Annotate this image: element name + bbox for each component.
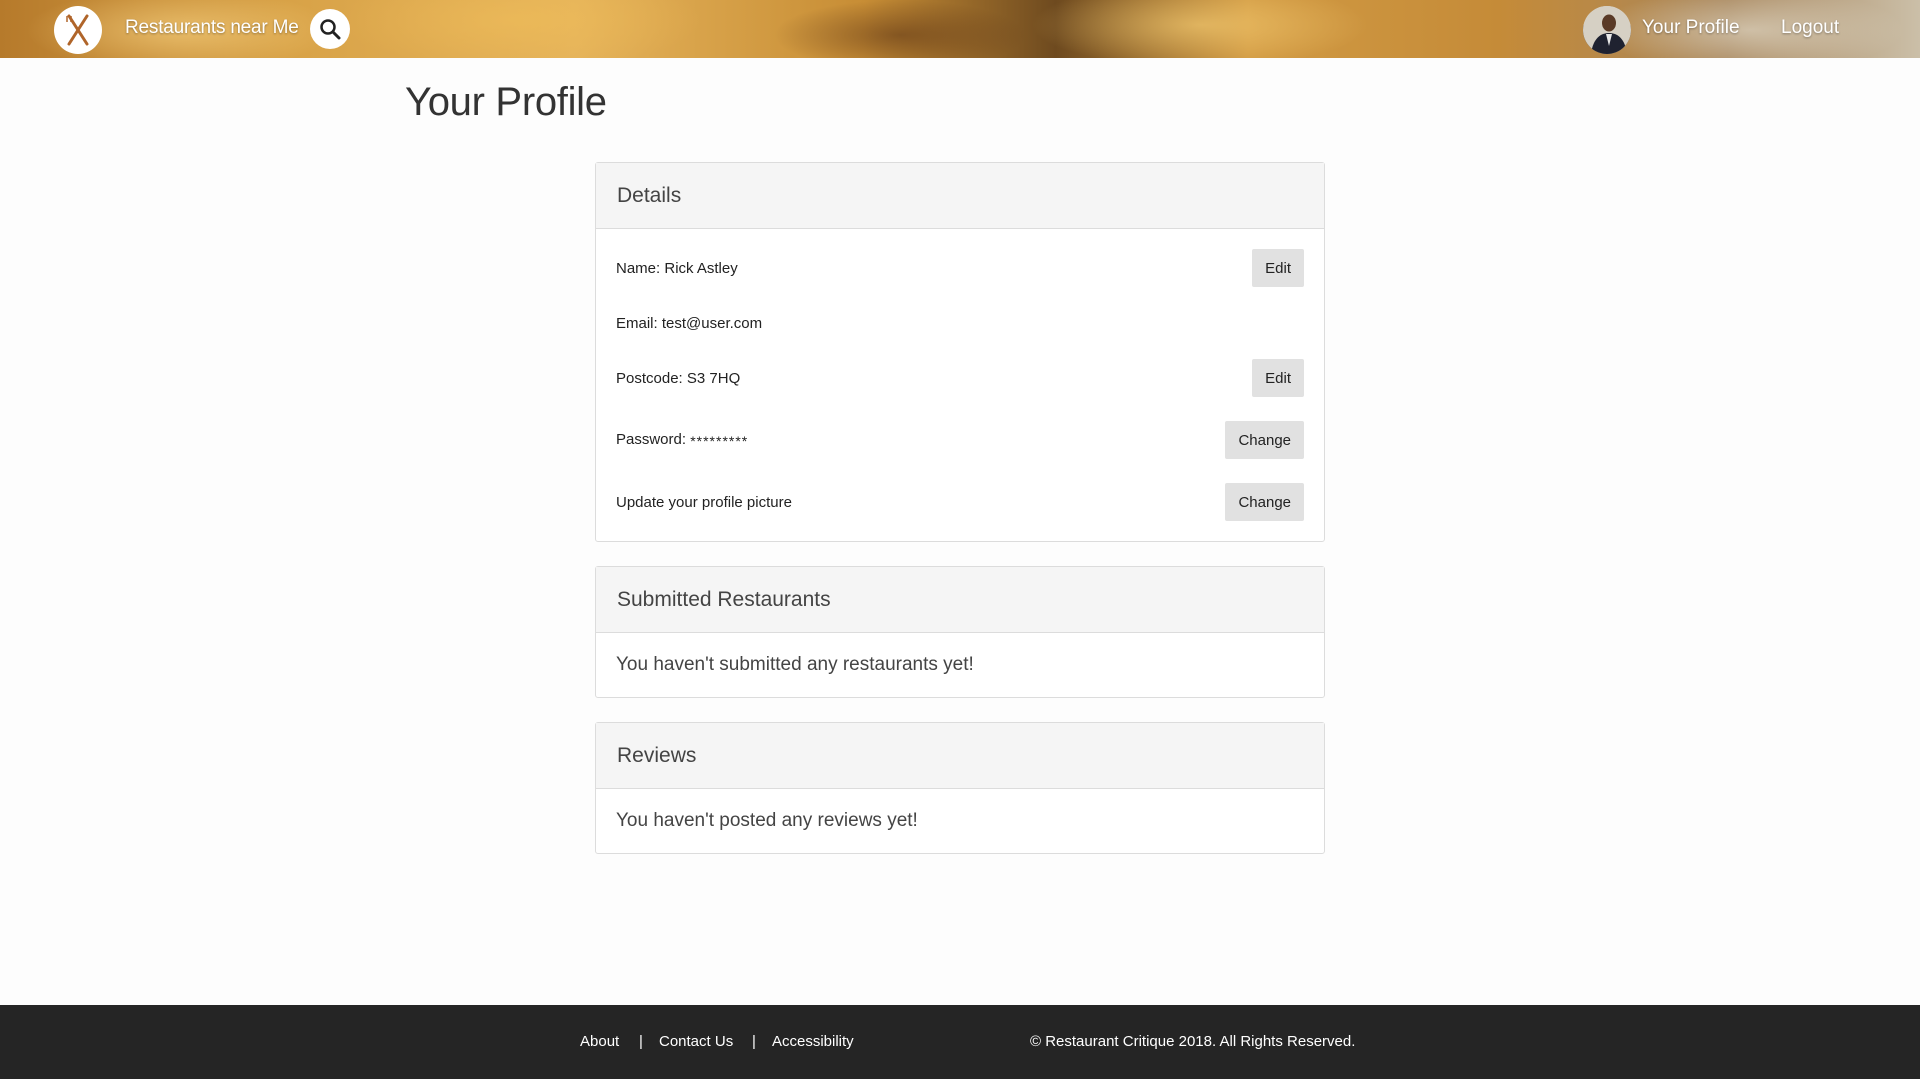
avatar[interactable] xyxy=(1583,6,1631,54)
name-label: Name: xyxy=(616,259,661,277)
postcode-label: Postcode: xyxy=(616,369,683,387)
nav-logout-link[interactable]: Logout xyxy=(1781,17,1839,39)
submitted-restaurants-empty-message: You haven't submitted any restaurants ye… xyxy=(616,654,974,675)
home-logo-link[interactable] xyxy=(54,6,102,54)
email-label: Email: xyxy=(616,314,658,332)
reviews-panel: Reviews You haven't posted any reviews y… xyxy=(595,722,1325,854)
footer-about-link[interactable]: About xyxy=(580,1033,619,1050)
password-row: Password: ********* Change xyxy=(616,421,1304,459)
nav-your-profile-link[interactable]: Your Profile xyxy=(1642,17,1740,39)
submitted-restaurants-heading: Submitted Restaurants xyxy=(596,567,1324,633)
footer: About | Contact Us | Accessibility © Res… xyxy=(0,1005,1920,1079)
name-row: Name: Rick Astley Edit xyxy=(616,249,1304,287)
submitted-restaurants-panel: Submitted Restaurants You haven't submit… xyxy=(595,566,1325,698)
edit-postcode-button[interactable]: Edit xyxy=(1252,359,1304,397)
name-value: Rick Astley xyxy=(664,259,738,277)
password-text: Password: ********* xyxy=(616,431,748,449)
footer-separator: | xyxy=(639,1033,643,1050)
navbar: Restaurants near Me Your Profile Logout xyxy=(0,0,1920,58)
footer-accessibility-link[interactable]: Accessibility xyxy=(772,1033,854,1050)
change-password-button[interactable]: Change xyxy=(1225,421,1304,459)
password-label: Password: xyxy=(616,431,687,448)
profile-picture-row: Update your profile picture Change xyxy=(616,483,1304,521)
reviews-heading: Reviews xyxy=(596,723,1324,789)
search-button[interactable] xyxy=(310,9,350,49)
page-title: Your Profile xyxy=(405,80,607,124)
password-value: ********* xyxy=(690,433,749,449)
footer-copyright: © Restaurant Critique 2018. All Rights R… xyxy=(1030,1033,1356,1050)
avatar-image xyxy=(1583,6,1631,54)
email-row: Email: test@user.com xyxy=(616,304,1304,342)
postcode-text: Postcode: S3 7HQ xyxy=(616,370,740,387)
footer-separator: | xyxy=(752,1033,756,1050)
postcode-value: S3 7HQ xyxy=(686,369,741,387)
edit-name-button[interactable]: Edit xyxy=(1252,249,1304,287)
reviews-empty-message: You haven't posted any reviews yet! xyxy=(616,810,918,831)
profile-picture-label: Update your profile picture xyxy=(616,493,792,511)
search-icon xyxy=(320,19,341,40)
details-panel: Details Name: Rick Astley Edit Email: te… xyxy=(595,162,1325,542)
site-title-link[interactable]: Restaurants near Me xyxy=(125,17,299,39)
details-heading: Details xyxy=(596,163,1324,229)
name-text: Name: Rick Astley xyxy=(616,260,738,277)
postcode-row: Postcode: S3 7HQ Edit xyxy=(616,359,1304,397)
fork-knife-icon xyxy=(66,14,89,46)
footer-contact-link[interactable]: Contact Us xyxy=(659,1033,733,1050)
email-text: Email: test@user.com xyxy=(616,315,762,332)
email-value: test@user.com xyxy=(661,314,763,332)
change-picture-button[interactable]: Change xyxy=(1225,483,1304,521)
